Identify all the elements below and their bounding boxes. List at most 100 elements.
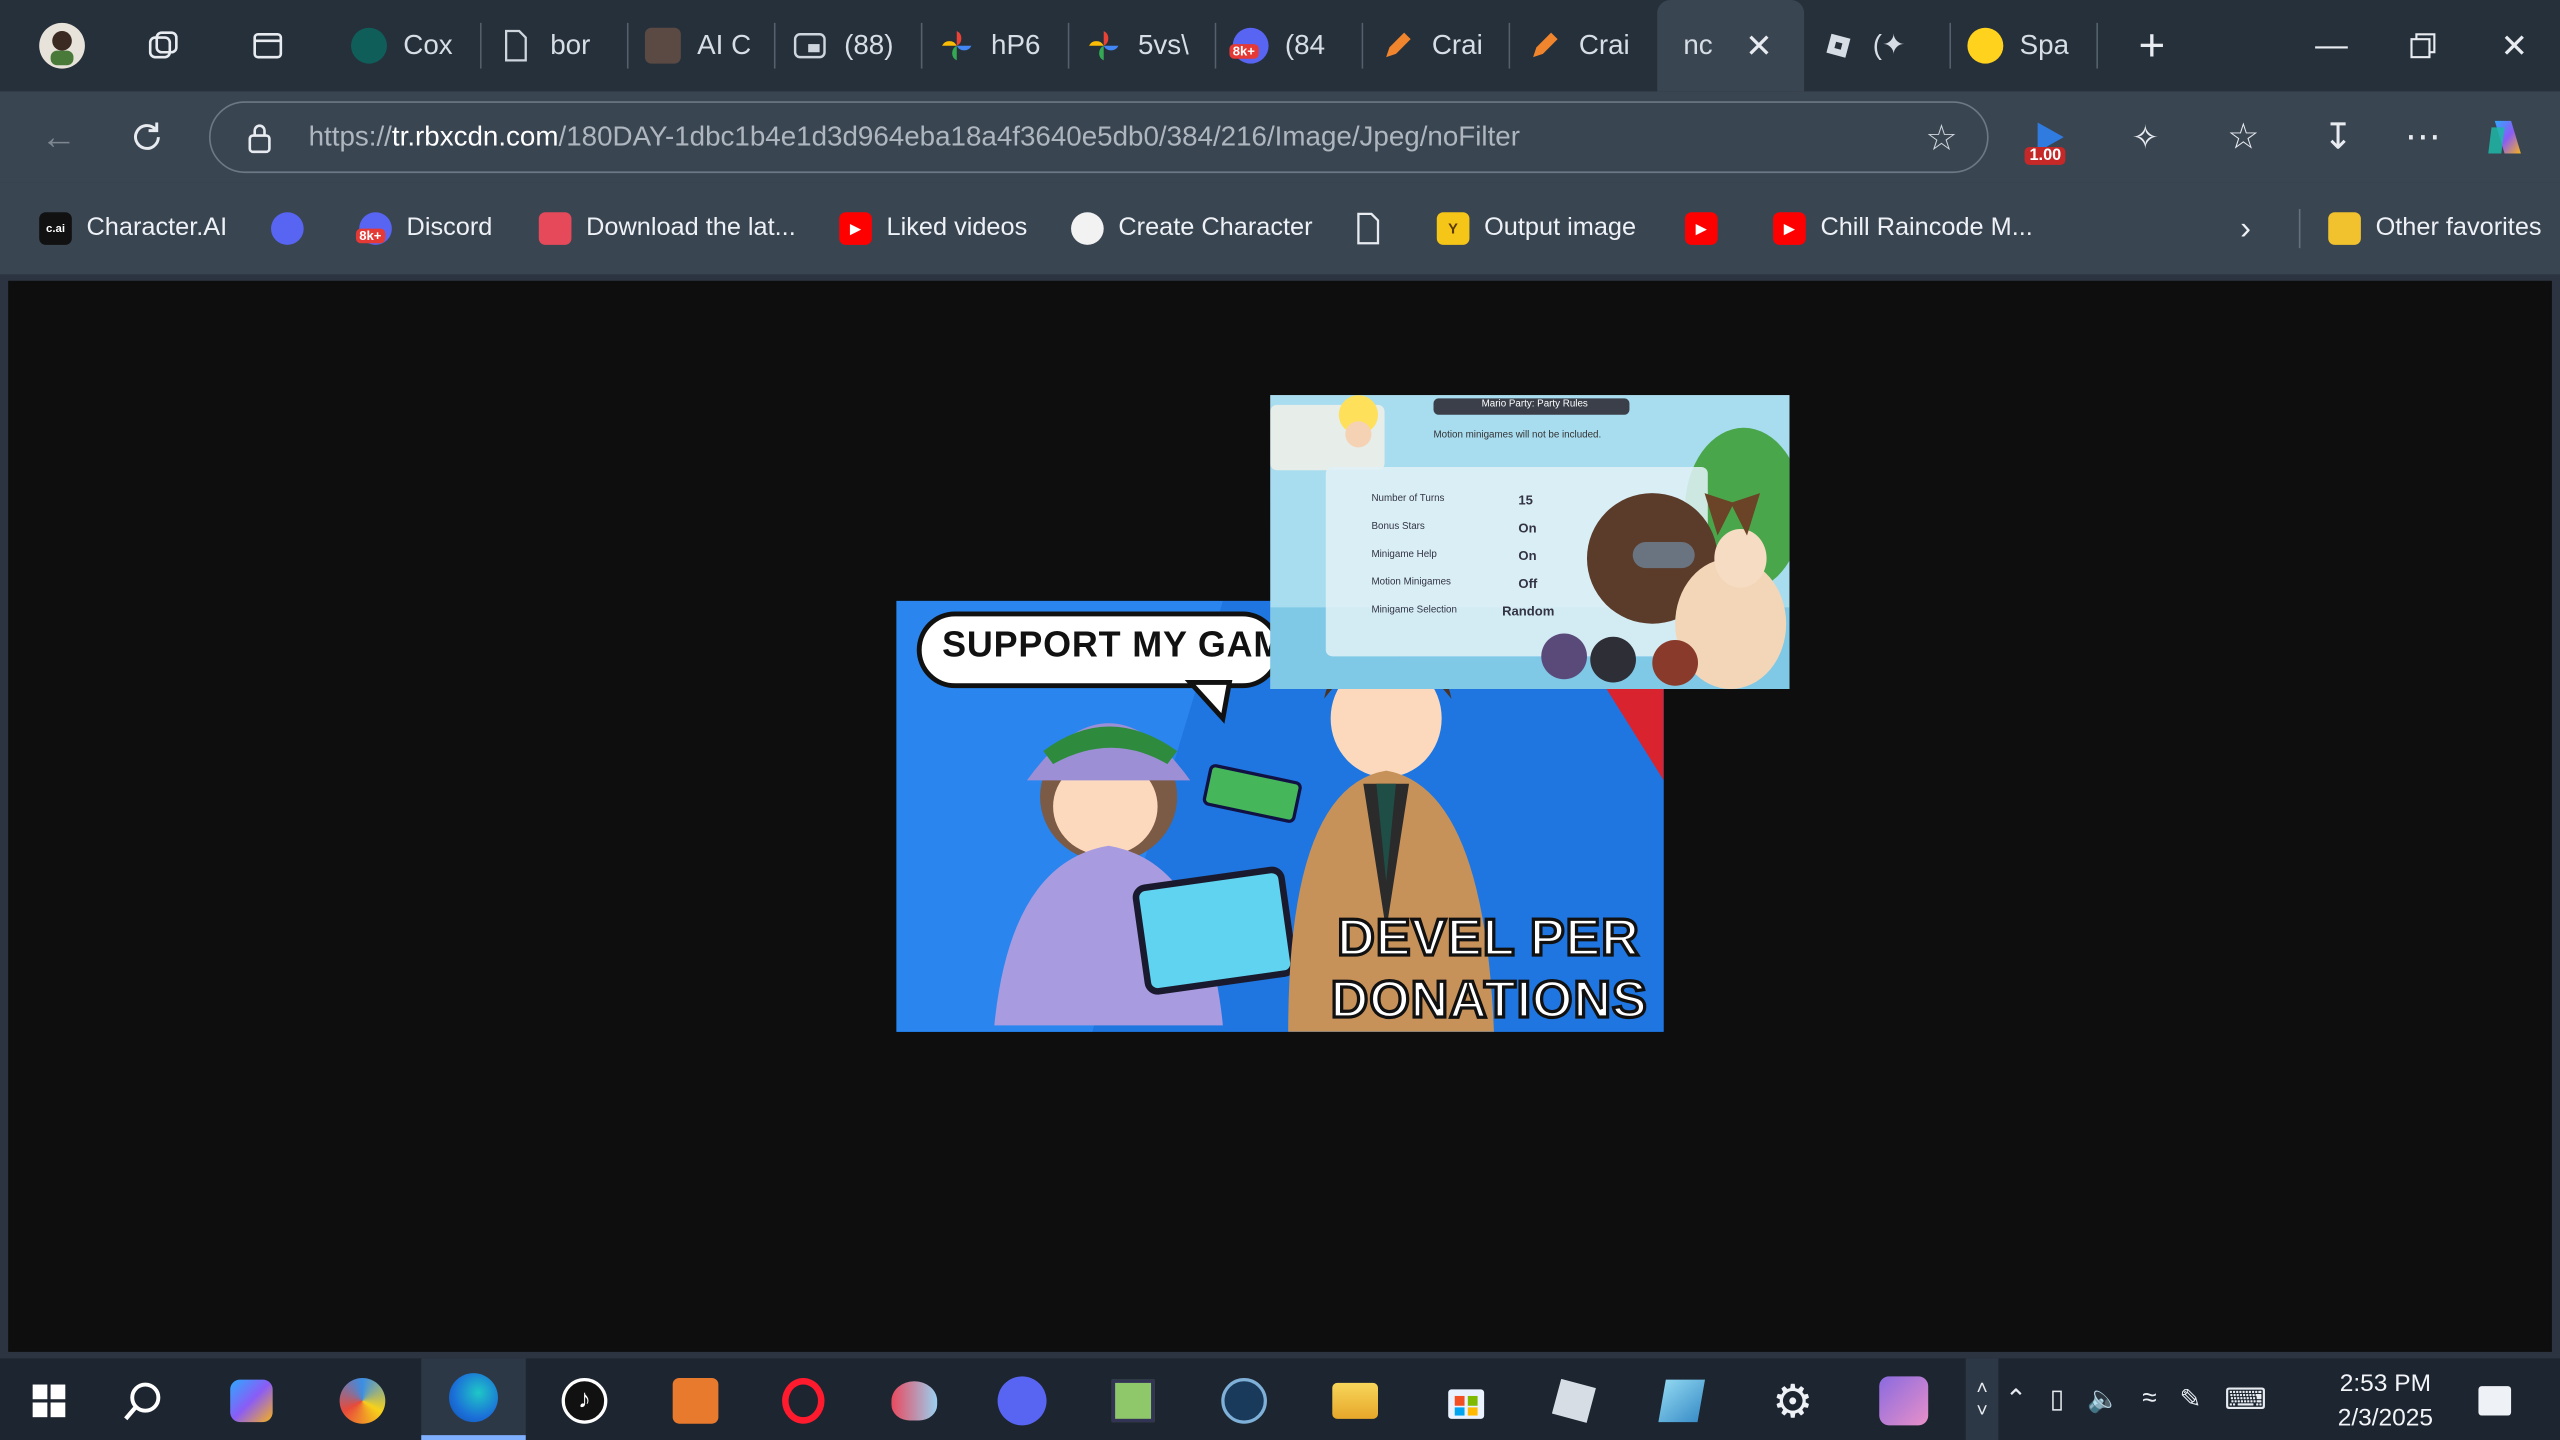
game-rule-label: Minigame Help [1371,550,1437,561]
start-button[interactable] [16,1368,81,1433]
search-icon [124,1382,161,1421]
tab-0[interactable]: Cox [335,0,482,91]
tab-4[interactable]: hP6 [922,0,1070,91]
wifi-icon[interactable]: ≈ [2142,1385,2156,1414]
profile-avatar[interactable] [16,0,107,91]
battery-icon[interactable]: ▯ [2050,1383,2064,1416]
tab-active[interactable]: nc ✕ [1657,0,1805,92]
game-rules-title: Mario Party: Party Rules [1481,400,1588,410]
tab-5[interactable]: 5vs\ [1069,0,1217,91]
game-rule-value: On [1518,520,1537,536]
tab-title: (84 [1284,29,1326,61]
extension-button[interactable]: 1.00 [2021,108,2080,167]
search-button[interactable] [111,1368,176,1433]
tab-title: 5vs\ [1137,29,1189,61]
tab-11[interactable]: Spa [1951,0,2099,91]
tab-6[interactable]: 8k+ (84 [1216,0,1364,91]
taskbar-opera[interactable] [771,1368,836,1433]
bookmark-document[interactable] [1352,209,1385,248]
taskbar-tiktok[interactable]: ♪ [552,1368,617,1433]
tab-3[interactable]: (88) [776,0,923,91]
game-rule-label: Motion Minigames [1371,577,1451,588]
bookmark-youtube[interactable]: ▶ [1684,209,1718,248]
taskbar-anime-app[interactable] [1871,1368,1936,1433]
tab-10[interactable]: (✦ [1804,0,1952,91]
favorites-button[interactable]: ☆ [2214,108,2273,167]
taskbar-file-explorer[interactable] [1322,1368,1387,1433]
back-arrow-icon: ← [40,115,77,157]
tab-2[interactable]: AI C [629,0,776,91]
favorite-star-icon[interactable]: ☆ [1925,118,1957,160]
game-rule-value: Random [1502,604,1555,619]
document-icon [1352,212,1385,245]
ellipsis-icon: ⋯ [2404,115,2441,157]
youtube-icon: ▶ [1773,212,1806,245]
tab-title: (✦ [1872,29,1906,61]
game-rule-label: Number of Turns [1371,494,1445,505]
extensions-button[interactable]: ✧ [2116,108,2175,167]
taskbar-settings[interactable]: ⚙ [1760,1368,1825,1433]
game-rule-row: Number of Turns 15 [1371,487,1616,515]
show-hidden-icons-icon[interactable]: ⌃ [2005,1383,2027,1416]
bookmark-chill-raincode[interactable]: ▶ Chill Raincode M... [1773,209,2033,248]
game-rule-row: Minigame Help On [1371,542,1616,570]
bookmark-liked-videos[interactable]: ▶ Liked videos [839,209,1027,248]
url-scheme: https:// [308,120,392,152]
address-bar[interactable]: https://tr.rbxcdn.com/180DAY-1dbc1b4e1d3… [208,101,1989,174]
taskbar-copilot[interactable] [219,1368,284,1433]
tiktok-icon: ♪ [561,1377,608,1424]
new-tab-button[interactable]: + [2106,0,2197,91]
minimize-icon: — [2315,26,2348,63]
tab-7[interactable]: Crai [1363,0,1511,91]
taskbar-discord[interactable] [989,1368,1054,1433]
tab-title: Crai [1431,29,1483,61]
game-rule-row: Bonus Stars On [1371,514,1616,542]
taskbar-steam[interactable] [1211,1368,1276,1433]
taskbar-drawing-app[interactable] [1100,1368,1165,1433]
microsoft-store-icon [1448,1389,1485,1419]
notification-badge: 8k+ [355,228,385,244]
close-window-button[interactable]: ✕ [2469,0,2560,91]
anime-app-icon [1879,1376,1929,1426]
url-text[interactable]: https://tr.rbxcdn.com/180DAY-1dbc1b4e1d3… [309,121,1520,154]
notifications-button[interactable] [2462,1368,2527,1433]
taskbar-roblox[interactable] [1541,1368,1606,1433]
bookmark-other-favorites[interactable]: Other favorites [2328,209,2542,248]
taskbar-notepad[interactable] [1649,1368,1714,1433]
taskbar-balloon-app[interactable] [882,1368,947,1433]
taskbar-edge[interactable] [421,1358,526,1440]
minimize-button[interactable]: — [2286,0,2377,91]
more-menu-button[interactable]: ⋯ [2394,108,2453,167]
more-bookmarks-button[interactable]: › [2240,209,2251,248]
taskbar-scroll-control[interactable]: ˄ ˅ [1965,1358,1999,1440]
vertical-tabs-button[interactable] [222,0,313,91]
taskbar-paint[interactable] [330,1368,395,1433]
taskbar-touch-app[interactable] [663,1368,728,1433]
bookmark-discord-icon-only[interactable] [271,209,304,248]
pen-icon[interactable]: ✎ [2180,1383,2202,1416]
url-host: tr.rbxcdn.com [391,120,559,152]
bookmark-discord[interactable]: 8k+ Discord [355,209,492,248]
game-rule-label: Bonus Stars [1371,522,1425,533]
bookmark-download[interactable]: Download the lat... [538,209,796,248]
tab-8[interactable]: Crai [1510,0,1657,91]
copilot-button[interactable] [2478,108,2537,167]
refresh-button[interactable] [118,108,177,167]
bookmark-character-ai[interactable]: c.ai Character.AI [39,209,227,248]
tab-1[interactable]: bor [482,0,629,91]
bookmark-output-image[interactable]: Y Output image [1436,209,1636,248]
bookmark-label: Chill Raincode M... [1820,213,2033,242]
lock-icon[interactable] [247,122,273,163]
volume-icon[interactable]: 🔈 [2087,1383,2120,1416]
pencil-icon [1380,28,1416,64]
workspaces-button[interactable] [118,0,209,91]
keyboard-icon[interactable]: ⌨ [2224,1382,2266,1416]
clock[interactable]: 2:53 PM 2/3/2025 [2315,1367,2455,1436]
close-tab-icon[interactable]: ✕ [1745,25,1772,66]
taskbar-ms-store[interactable] [1434,1368,1499,1433]
plus-icon: + [2138,19,2166,71]
restore-button[interactable] [2377,0,2468,91]
bookmark-create-character[interactable]: Create Character [1071,209,1313,248]
back-button[interactable]: ← [29,108,88,167]
downloads-button[interactable]: ↧ [2309,108,2368,167]
